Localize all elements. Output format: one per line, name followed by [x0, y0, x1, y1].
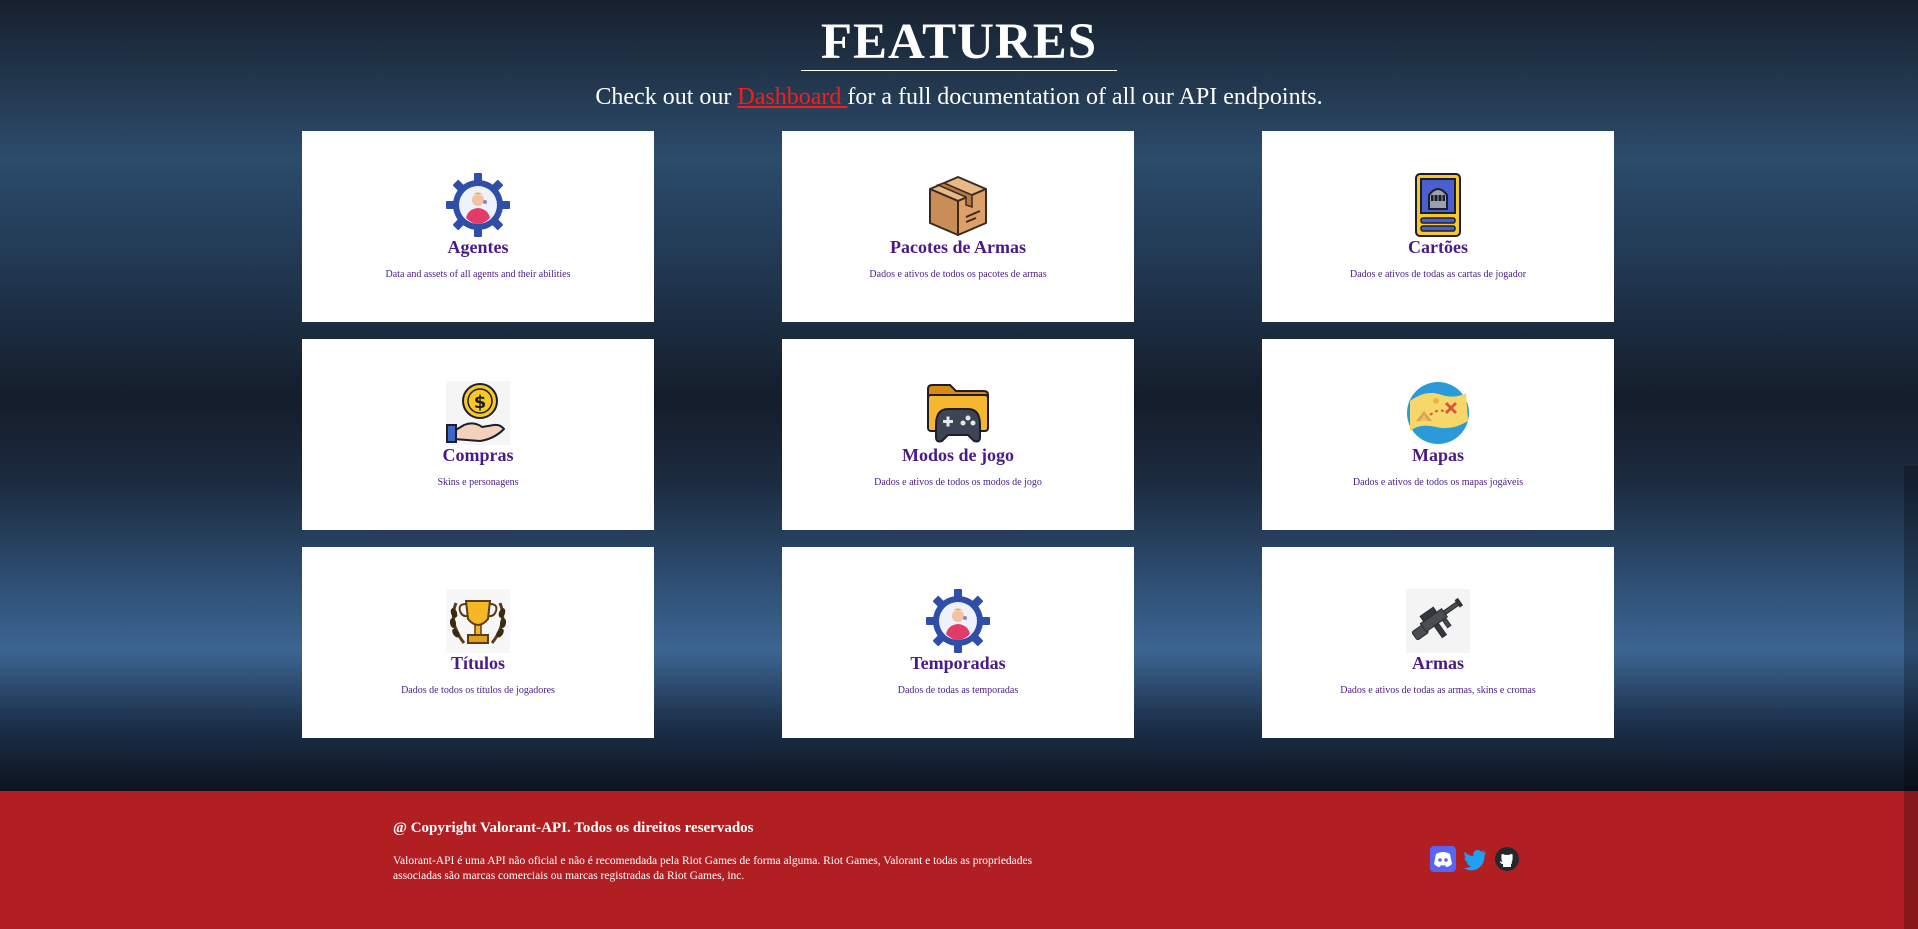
feature-card-titulos[interactable]: Títulos Dados de todos os títulos de jog…	[302, 547, 654, 738]
player-card-icon	[1406, 173, 1470, 237]
package-box-icon	[926, 173, 990, 237]
footer: @ Copyright Valorant-API. Todos os direi…	[0, 791, 1918, 929]
feature-description: Dados e ativos de todas as cartas de jog…	[1349, 269, 1527, 280]
social-links	[1430, 846, 1520, 872]
subtitle-text-before: Check out our	[595, 84, 738, 110]
feature-title: Compras	[442, 445, 514, 465]
feature-card-pacotes-de-armas[interactable]: Pacotes de Armas Dados e ativos de todos…	[782, 131, 1134, 322]
feature-description: Dados de todos os títulos de jogadores	[401, 685, 555, 696]
discord-icon[interactable]	[1430, 846, 1456, 872]
feature-card-cartoes[interactable]: Cartões Dados e ativos de todas as carta…	[1262, 131, 1614, 322]
treasure-map-icon	[1406, 381, 1470, 445]
feature-description: Dados e ativos de todos os mapas jogávei…	[1352, 477, 1524, 488]
feature-title: Armas	[1412, 653, 1464, 673]
title-wrap: FEATURES	[0, 14, 1918, 71]
feature-card-compras[interactable]: $ Compras Skins e personagens	[302, 339, 654, 530]
twitter-icon[interactable]	[1462, 846, 1488, 872]
rifle-icon	[1406, 589, 1470, 653]
feature-description: Dados e ativos de todas as armas, skins …	[1340, 685, 1536, 696]
subtitle-text-after: for a full documentation of all our API …	[847, 84, 1323, 110]
feature-title: Agentes	[447, 237, 509, 257]
feature-title: Títulos	[450, 653, 506, 673]
copyright-text: @ Copyright Valorant-API. Todos os direi…	[393, 820, 754, 836]
dashboard-link[interactable]: Dashboard	[737, 84, 847, 110]
feature-description: Dados e ativos de todos os pacotes de ar…	[869, 269, 1047, 280]
subtitle: Check out our Dashboard for a full docum…	[0, 84, 1918, 111]
trophy-icon	[446, 589, 510, 653]
gamepad-folder-icon	[926, 381, 990, 445]
page-title: FEATURES	[800, 14, 1118, 71]
feature-description: Skins e personagens	[437, 477, 519, 488]
scrollbar[interactable]	[1904, 466, 1918, 929]
feature-description: Dados de todas as temporadas	[897, 685, 1019, 696]
disclaimer-text: Valorant-API é uma API não oficial e não…	[393, 855, 1033, 882]
github-icon[interactable]	[1494, 846, 1520, 872]
coin-hand-icon: $	[446, 381, 510, 445]
feature-description: Dados e ativos de todos os modos de jogo	[874, 477, 1042, 488]
feature-card-armas[interactable]: Armas Dados e ativos de todas as armas, …	[1262, 547, 1614, 738]
feature-description: Data and assets of all agents and their …	[385, 269, 571, 280]
feature-title: Modos de jogo	[902, 445, 1014, 465]
feature-card-agentes[interactable]: Agentes Data and assets of all agents an…	[302, 131, 654, 322]
feature-title: Pacotes de Armas	[890, 237, 1026, 257]
feature-card-modos-de-jogo[interactable]: Modos de jogo Dados e ativos de todos os…	[782, 339, 1134, 530]
agent-gear-icon	[446, 173, 510, 237]
feature-card-temporadas[interactable]: Temporadas Dados de todas as temporadas	[782, 547, 1134, 738]
features-grid: Agentes Data and assets of all agents an…	[302, 131, 1614, 739]
feature-title: Mapas	[1411, 445, 1464, 465]
svg-text:$: $	[474, 392, 487, 413]
page: FEATURES Check out our Dashboard for a f…	[0, 0, 1918, 929]
agent-gear-icon	[926, 589, 990, 653]
feature-title: Temporadas	[910, 653, 1006, 673]
feature-title: Cartões	[1408, 237, 1468, 257]
feature-card-mapas[interactable]: Mapas Dados e ativos de todos os mapas j…	[1262, 339, 1614, 530]
